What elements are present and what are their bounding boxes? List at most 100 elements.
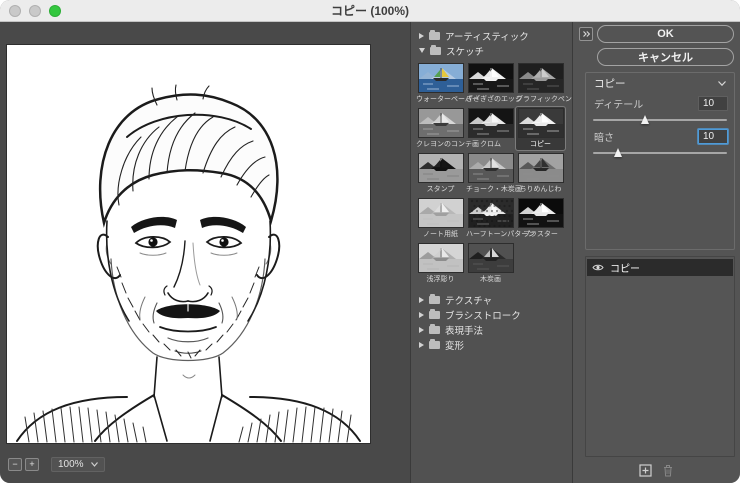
filter-thumbnail-image <box>519 109 563 137</box>
filter-thumbnail[interactable]: スタンプ <box>416 152 465 195</box>
filter-thumbnail-label: グラフィックペン <box>516 94 565 104</box>
filter-thumbnail-image <box>519 199 563 227</box>
filter-thumbnail[interactable]: クロム <box>466 107 515 150</box>
filter-category-label: 変形 <box>445 338 464 352</box>
folder-icon <box>429 341 440 349</box>
filter-thumbnail-image <box>469 64 513 92</box>
zoom-out-button[interactable]: − <box>8 458 22 471</box>
darkness-slider[interactable] <box>593 147 727 159</box>
filter-category-list: アーティスティックスケッチウォーターペーパーぎざぎざのエッジグラフィックペンクレ… <box>411 28 572 352</box>
filter-thumbnail-image <box>469 244 513 272</box>
preview-image <box>7 45 370 443</box>
filter-thumbnail-image <box>469 109 513 137</box>
filter-category-row[interactable]: 変形 <box>411 337 572 352</box>
filter-category-label: ブラシストローク <box>445 308 521 322</box>
filter-category-row[interactable]: ブラシストローク <box>411 307 572 322</box>
filter-thumbnail[interactable]: 浅浮彫り <box>416 242 465 285</box>
preview-zoom-controls: − + 100% <box>8 457 105 472</box>
filter-category-row[interactable]: アーティスティック <box>411 28 572 43</box>
eye-icon[interactable] <box>592 263 604 272</box>
slider-thumb[interactable] <box>614 148 622 157</box>
filter-thumbnail-label: 浅浮彫り <box>416 274 465 284</box>
hide-thumbnails-button[interactable] <box>579 27 593 41</box>
dialog-body: − + 100% アーティスティックスケッチウォーターペーパーぎざぎざのエッジグ… <box>0 22 740 483</box>
zoom-in-button[interactable]: + <box>25 458 39 471</box>
window-title: コピー (100%) <box>0 0 740 22</box>
ok-button[interactable]: OK <box>597 25 734 43</box>
triangle-down-icon <box>419 48 425 53</box>
filter-thumbnail-label: 木炭画 <box>466 274 515 284</box>
filter-thumbnail-label: クロム <box>466 139 515 149</box>
triangle-right-icon <box>419 327 424 333</box>
detail-label: ディテール <box>594 96 643 111</box>
darkness-param-row: 暗さ 10 <box>594 129 728 144</box>
effect-layers-list: コピー <box>585 256 735 457</box>
filter-thumbnail-label: クレヨンのコンテ画 <box>416 139 465 149</box>
filter-thumbnail-label: ハーフトーンパターン <box>466 229 515 239</box>
filter-category-row[interactable]: 表現手法 <box>411 322 572 337</box>
filter-thumbnail-image <box>519 154 563 182</box>
filter-thumbnail-selected[interactable]: コピー <box>516 107 565 150</box>
filter-category-row[interactable]: テクスチャ <box>411 292 572 307</box>
detail-slider[interactable] <box>593 114 727 126</box>
slider-track <box>593 152 727 154</box>
zoom-level-dropdown[interactable]: 100% <box>51 457 105 472</box>
filter-thumbnail-image <box>519 64 563 92</box>
filter-thumbnail[interactable]: グラフィックペン <box>516 62 565 105</box>
folder-icon <box>429 32 440 40</box>
filter-thumbnail-image <box>419 64 463 92</box>
delete-effect-layer-button[interactable] <box>662 464 674 477</box>
filter-thumbnail-label: チョーク・木炭画 <box>466 184 515 194</box>
filter-category-row[interactable]: スケッチ <box>411 43 572 58</box>
filter-thumbnail-label: ちりめんじわ <box>516 184 565 194</box>
filter-thumbnail-label: スタンプ <box>416 184 465 194</box>
filter-gallery-dialog: コピー (100%) <box>0 0 740 483</box>
filter-thumbnail-image <box>469 199 513 227</box>
filter-thumbnail-image <box>419 244 463 272</box>
new-layer-icon <box>639 464 652 477</box>
titlebar: コピー (100%) <box>0 0 740 22</box>
filter-thumbnail[interactable]: クレヨンのコンテ画 <box>416 107 465 150</box>
folder-icon <box>429 311 440 319</box>
folder-icon <box>430 47 441 55</box>
filter-thumbnail-image <box>419 109 463 137</box>
chevron-down-icon <box>91 462 98 467</box>
filter-category-label: 表現手法 <box>445 323 483 337</box>
filter-thumbnail[interactable]: チョーク・木炭画 <box>466 152 515 195</box>
filter-thumbnail-label: ノート用紙 <box>416 229 465 239</box>
effect-layer-actions <box>573 464 740 477</box>
filter-thumbnail-image <box>419 154 463 182</box>
filter-category-label: スケッチ <box>446 44 484 58</box>
filter-thumbnail-label: ぎざぎざのエッジ <box>466 94 515 104</box>
zoom-level-value: 100% <box>58 459 84 470</box>
folder-icon <box>429 296 440 304</box>
triangle-right-icon <box>419 33 424 39</box>
filter-thumbnail[interactable]: ハーフトーンパターン <box>466 197 515 240</box>
filter-thumbnail-image <box>419 199 463 227</box>
filter-thumbnail[interactable]: ちりめんじわ <box>516 152 565 195</box>
filter-thumbnail[interactable]: プラスター <box>516 197 565 240</box>
filter-thumbnail[interactable]: ウォーターペーパー <box>416 62 465 105</box>
folder-icon <box>429 326 440 334</box>
cancel-button[interactable]: キャンセル <box>597 48 734 66</box>
filter-thumbnail[interactable]: ノート用紙 <box>416 197 465 240</box>
double-chevron-icon <box>581 29 591 39</box>
effect-layer-label: コピー <box>610 260 640 275</box>
preview-pane[interactable]: − + 100% <box>0 22 411 483</box>
effect-layer-row-selected[interactable]: コピー <box>587 259 733 276</box>
slider-thumb[interactable] <box>641 115 649 124</box>
darkness-label: 暗さ <box>594 129 614 144</box>
filter-thumbnail[interactable]: 木炭画 <box>466 242 515 285</box>
filter-thumbnail[interactable]: ぎざぎざのエッジ <box>466 62 515 105</box>
filter-select-dropdown[interactable]: コピー <box>586 75 734 92</box>
darkness-value-field[interactable]: 10 <box>698 129 728 144</box>
trash-icon <box>662 464 674 477</box>
filter-settings-box: コピー ディテール 10 暗さ 10 <box>585 72 735 250</box>
filter-thumbnail-grid: ウォーターペーパーぎざぎざのエッジグラフィックペンクレヨンのコンテ画クロムコピー… <box>411 58 572 292</box>
triangle-right-icon <box>419 297 424 303</box>
new-effect-layer-button[interactable] <box>639 464 652 477</box>
filter-list-pane: アーティスティックスケッチウォーターペーパーぎざぎざのエッジグラフィックペンクレ… <box>411 22 573 483</box>
detail-param-row: ディテール 10 <box>594 96 728 111</box>
filter-thumbnail-image <box>469 154 513 182</box>
detail-value-field[interactable]: 10 <box>698 96 728 111</box>
